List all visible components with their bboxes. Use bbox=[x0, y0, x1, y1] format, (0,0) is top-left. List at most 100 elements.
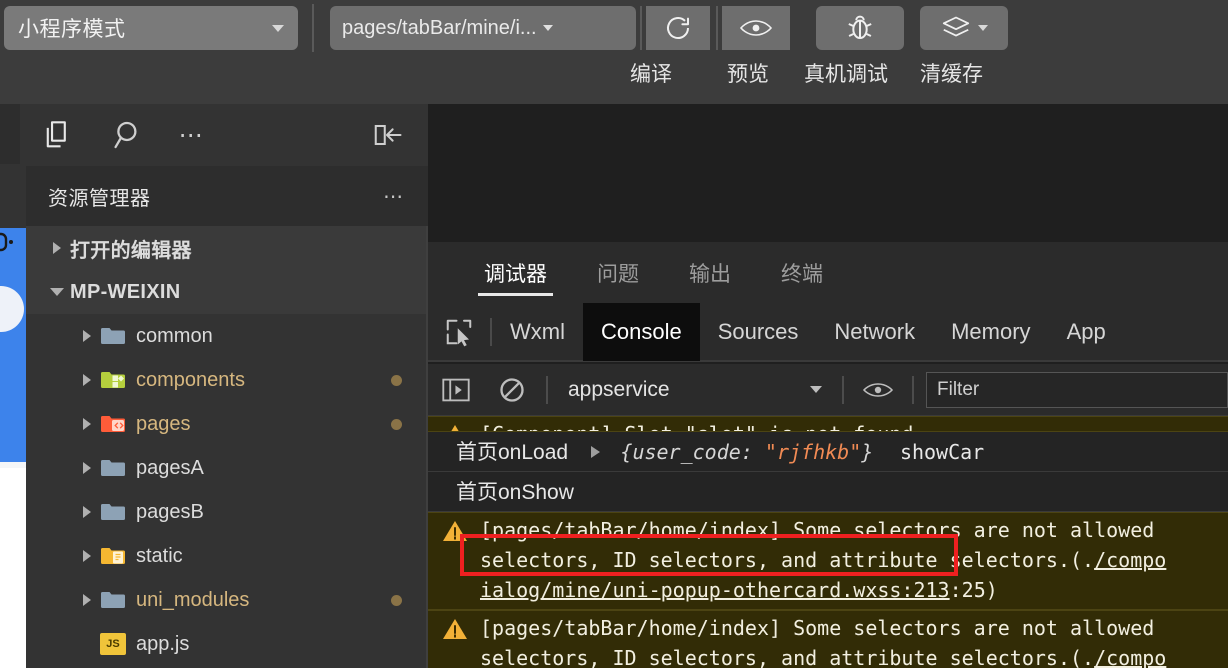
console-log-label: 首页onLoad bbox=[456, 441, 569, 464]
sidebar-icon-bar: ⋯ bbox=[26, 104, 428, 166]
collapse-sidebar-icon[interactable] bbox=[360, 104, 414, 166]
console-output[interactable]: [Component] Slot "slot" is not found. 首页… bbox=[428, 416, 1228, 668]
warning-icon bbox=[442, 423, 468, 431]
tab-label: 终端 bbox=[781, 263, 823, 286]
console-warning-text: [Component] Slot "slot" is not found. bbox=[428, 419, 1228, 431]
toolbar-divider bbox=[716, 6, 718, 50]
toolbar-labels: 编译 预览 真机调试 清缓存 bbox=[0, 58, 1228, 92]
tab-network[interactable]: Network bbox=[816, 303, 933, 361]
tab-label: Wxml bbox=[510, 319, 565, 344]
simulator-preview-sliver bbox=[0, 228, 26, 468]
compile-button[interactable] bbox=[646, 6, 710, 50]
warning-line-2: selectors, ID selectors, and attribute s… bbox=[480, 646, 1095, 668]
console-context-dropdown[interactable]: appservice bbox=[554, 364, 836, 416]
search-icon[interactable] bbox=[98, 104, 160, 166]
sidebar-item-open-editors[interactable]: 打开的编辑器 bbox=[26, 226, 428, 270]
tab-terminal[interactable]: 终端 bbox=[767, 242, 837, 304]
console-log-object[interactable]: {user_code: "rjfhkb"} bbox=[620, 440, 873, 464]
miniprogram-devtools-window: 小程序模式 pages/tabBar/mine/i... 编译 预览 真机调试 … bbox=[0, 0, 1228, 668]
console-context-label: appservice bbox=[568, 377, 670, 401]
folder-static-icon bbox=[100, 545, 126, 567]
execute-icon[interactable] bbox=[428, 377, 484, 403]
tab-label: 输出 bbox=[689, 263, 731, 286]
mode-dropdown-label: 小程序模式 bbox=[18, 18, 126, 41]
tab-label: Memory bbox=[951, 319, 1031, 344]
sidebar-item-label: 打开的编辑器 bbox=[70, 239, 192, 262]
source-link[interactable]: /compo bbox=[1094, 646, 1166, 668]
console-row-warning-clipped[interactable]: [Component] Slot "slot" is not found. bbox=[428, 416, 1228, 432]
tree-item-label: common bbox=[136, 324, 213, 347]
tab-problems[interactable]: 问题 bbox=[583, 242, 653, 304]
tree-item-common[interactable]: common bbox=[26, 314, 428, 358]
toolbar-divider bbox=[546, 375, 548, 404]
warning-line-1: [pages/tabBar/home/index] Some selectors… bbox=[480, 518, 1155, 542]
warning-icon bbox=[442, 519, 468, 543]
refresh-icon bbox=[663, 13, 693, 43]
tree-item-label: pagesB bbox=[136, 500, 204, 523]
console-row-onload[interactable]: 首页onLoad {user_code: "rjfhkb"} showCar bbox=[428, 432, 1228, 472]
filter-input[interactable] bbox=[926, 371, 1228, 408]
tab-label: 问题 bbox=[597, 263, 639, 286]
console-row-onshow[interactable]: 首页onShow bbox=[428, 472, 1228, 512]
toolbar-divider bbox=[912, 375, 914, 404]
clear-cache-button[interactable] bbox=[920, 6, 1008, 50]
js-file-icon: JS bbox=[100, 633, 126, 655]
panel-tab-bar: 调试器 问题 输出 终端 bbox=[428, 242, 1228, 304]
tab-console[interactable]: Console bbox=[582, 303, 700, 361]
console-log-trailing: showCar bbox=[899, 440, 985, 464]
page-path-label: pages/tabBar/mine/i... bbox=[342, 16, 537, 39]
tree-item-label: pages bbox=[136, 412, 191, 435]
warning-line-3-suffix: :25) bbox=[949, 578, 998, 602]
tab-wxml[interactable]: Wxml bbox=[492, 303, 583, 361]
tree-item-uni-modules[interactable]: uni_modules bbox=[26, 578, 428, 622]
source-link[interactable]: /compo bbox=[1094, 548, 1166, 572]
tab-debugger[interactable]: 调试器 bbox=[470, 242, 561, 304]
page-path-dropdown[interactable]: pages/tabBar/mine/i... bbox=[330, 6, 636, 50]
tree-item-pagesa[interactable]: pagesA bbox=[26, 446, 428, 490]
tree-item-static[interactable]: static bbox=[26, 534, 428, 578]
devtools-tab-bar: Wxml Console Sources Network Memory App bbox=[428, 303, 1228, 362]
live-expression-icon[interactable] bbox=[850, 378, 906, 402]
clear-cache-button-label: 清缓存 bbox=[920, 63, 983, 86]
chevron-right-icon bbox=[74, 418, 100, 430]
tab-label: Console bbox=[600, 319, 682, 344]
folder-plain-icon bbox=[100, 589, 126, 611]
eye-icon bbox=[739, 15, 773, 41]
left-edge-strip-inner bbox=[0, 104, 20, 164]
chevron-right-icon bbox=[44, 242, 70, 254]
preview-button[interactable] bbox=[722, 6, 790, 50]
modified-indicator bbox=[391, 418, 402, 430]
warning-icon bbox=[442, 617, 468, 641]
folder-plain-icon bbox=[100, 325, 126, 347]
clear-console-icon[interactable] bbox=[484, 376, 540, 404]
more-icon[interactable]: ⋯ bbox=[164, 104, 220, 166]
tab-memory[interactable]: Memory bbox=[933, 303, 1048, 361]
editor-area bbox=[428, 104, 1228, 242]
tree-item-components[interactable]: components bbox=[26, 358, 428, 402]
tree-item-pages[interactable]: pages bbox=[26, 402, 428, 446]
tab-application[interactable]: App bbox=[1049, 303, 1124, 361]
console-row-warning-2[interactable]: [pages/tabBar/home/index] Some selectors… bbox=[428, 610, 1228, 668]
mode-dropdown[interactable]: 小程序模式 bbox=[4, 6, 298, 50]
console-warning-text: [pages/tabBar/home/index] Some selectors… bbox=[428, 515, 1228, 605]
console-log-label: 首页onShow bbox=[456, 481, 574, 504]
explorer-actions-icon[interactable]: ⋯ bbox=[383, 184, 406, 209]
toolbar-divider bbox=[312, 4, 314, 52]
source-link[interactable]: ialog/mine/uni-popup-othercard.wxss:213 bbox=[480, 578, 950, 602]
tree-item-label: static bbox=[136, 544, 183, 567]
console-toolbar: appservice bbox=[428, 364, 1228, 416]
tree-item-label: app.js bbox=[136, 632, 190, 655]
tree-item-app-js[interactable]: JS app.js bbox=[26, 622, 428, 666]
explorer-sidebar: ⋯ 资源管理器 ⋯ 打开的编辑器 MP-WEIXIN common compon… bbox=[26, 104, 428, 668]
expand-object-icon[interactable] bbox=[590, 446, 600, 458]
console-row-warning-1[interactable]: [pages/tabBar/home/index] Some selectors… bbox=[428, 512, 1228, 610]
explorer-title-bar: 资源管理器 ⋯ bbox=[26, 166, 428, 226]
inspect-element-icon[interactable] bbox=[428, 317, 490, 347]
device-debug-button[interactable] bbox=[816, 6, 904, 50]
tab-output[interactable]: 输出 bbox=[675, 242, 745, 304]
files-icon[interactable] bbox=[26, 104, 88, 166]
tree-item-pagesb[interactable]: pagesB bbox=[26, 490, 428, 534]
chevron-right-icon bbox=[74, 374, 100, 386]
sidebar-item-mp-weixin[interactable]: MP-WEIXIN bbox=[26, 270, 428, 314]
tab-sources[interactable]: Sources bbox=[700, 303, 817, 361]
